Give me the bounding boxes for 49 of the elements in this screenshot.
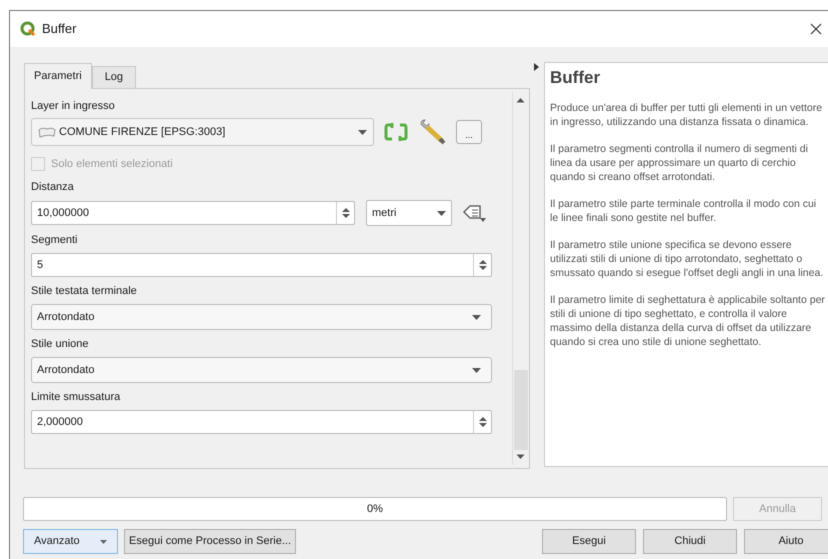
dropdown-arrow-icon (437, 210, 446, 216)
scroll-up-icon[interactable] (516, 97, 525, 103)
dialog-button[interactable]: Esegui (542, 529, 636, 554)
dropdown-arrow-icon (100, 540, 107, 544)
progress-text: 0% (366, 502, 384, 517)
scroll-down-icon[interactable] (516, 454, 525, 460)
unit-dropdown[interactable]: metri (366, 200, 452, 226)
more-options-button[interactable]: ... (456, 120, 482, 144)
close-icon[interactable] (810, 23, 822, 35)
tab[interactable]: Log (92, 66, 136, 88)
tab[interactable]: Parametri (24, 63, 92, 89)
layer-dropdown[interactable]: COMUNE FIRENZE [EPSG:3003] (31, 118, 374, 146)
help-paragraph: Il parametro limite di seghettatura è applicabile soltanto per stili di unione di tipo seghettato, e controlla il valore massimo della distanza della curva di offset da utilizzare quando si crea uno stile di unione seghettato. (550, 293, 826, 349)
field-label: Limite smussatura (31, 390, 122, 405)
scrollbar-thumb[interactable] (514, 370, 528, 450)
help-paragraph: Il parametro stile parte terminale controlla il modo con cui le linee finali sono gestite nel buffer. (550, 197, 818, 225)
spin-arrows-icon[interactable] (342, 207, 350, 219)
number-field[interactable]: 5 (31, 253, 492, 277)
layer-name: COMUNE FIRENZE [EPSG:3003] (59, 124, 226, 140)
field-label: Segmenti (31, 233, 78, 248)
spin-arrows-icon[interactable] (478, 259, 486, 271)
checkbox-label: Solo elementi selezionati (51, 156, 173, 172)
scrollbar[interactable] (512, 92, 528, 465)
style-dropdown[interactable]: Arrotondato (31, 304, 492, 330)
advanced-button[interactable]: Avanzato (23, 529, 118, 554)
batch-process-button[interactable]: Esegui come Processo in Serie... (124, 529, 296, 554)
dropdown-arrow-icon (472, 368, 481, 372)
field-label: Layer in ingresso (31, 99, 116, 114)
app-logo-icon (20, 21, 36, 37)
style-dropdown[interactable]: Arrotondato (31, 357, 492, 383)
field-label: Distanza (31, 180, 75, 195)
number-field[interactable]: 2,000000 (31, 410, 492, 434)
help-title: Buffer (550, 67, 602, 89)
field-label: Stile testata terminale (31, 284, 138, 299)
dropdown-arrow-icon (472, 314, 481, 320)
distance-field[interactable]: 10,000000 (31, 201, 355, 225)
help-paragraph: Il parametro stile unione specifica se devono essere utilizzati stili di unione di tipo arrotondato, seghettato o smussato quando si esegue l'offset degli angli in una linea. (550, 238, 824, 280)
help-paragraph: Produce un'area di buffer per tutti gli elementi in un vettore in ingresso, utilizzando una distanza fissata o dinamica. (550, 101, 824, 129)
spin-arrows-icon[interactable] (478, 416, 486, 428)
dialog-button[interactable]: Aiuto (744, 529, 828, 554)
field-label: Stile unione (31, 337, 90, 352)
window-title: Buffer (42, 20, 76, 38)
data-defined-override-icon[interactable] (462, 203, 488, 223)
dialog-button[interactable]: Chiudi (643, 529, 737, 554)
wrench-icon[interactable] (418, 119, 446, 145)
dropdown-arrow-icon (358, 130, 367, 134)
help-paragraph: Il parametro segmenti controlla il numero di segmenti di linea da usare per approssimare un quarto di cerchio quando si creano offset arrotondati. (550, 142, 809, 184)
polygon-layer-icon (38, 126, 56, 138)
collapse-arrow-icon[interactable] (534, 63, 538, 71)
